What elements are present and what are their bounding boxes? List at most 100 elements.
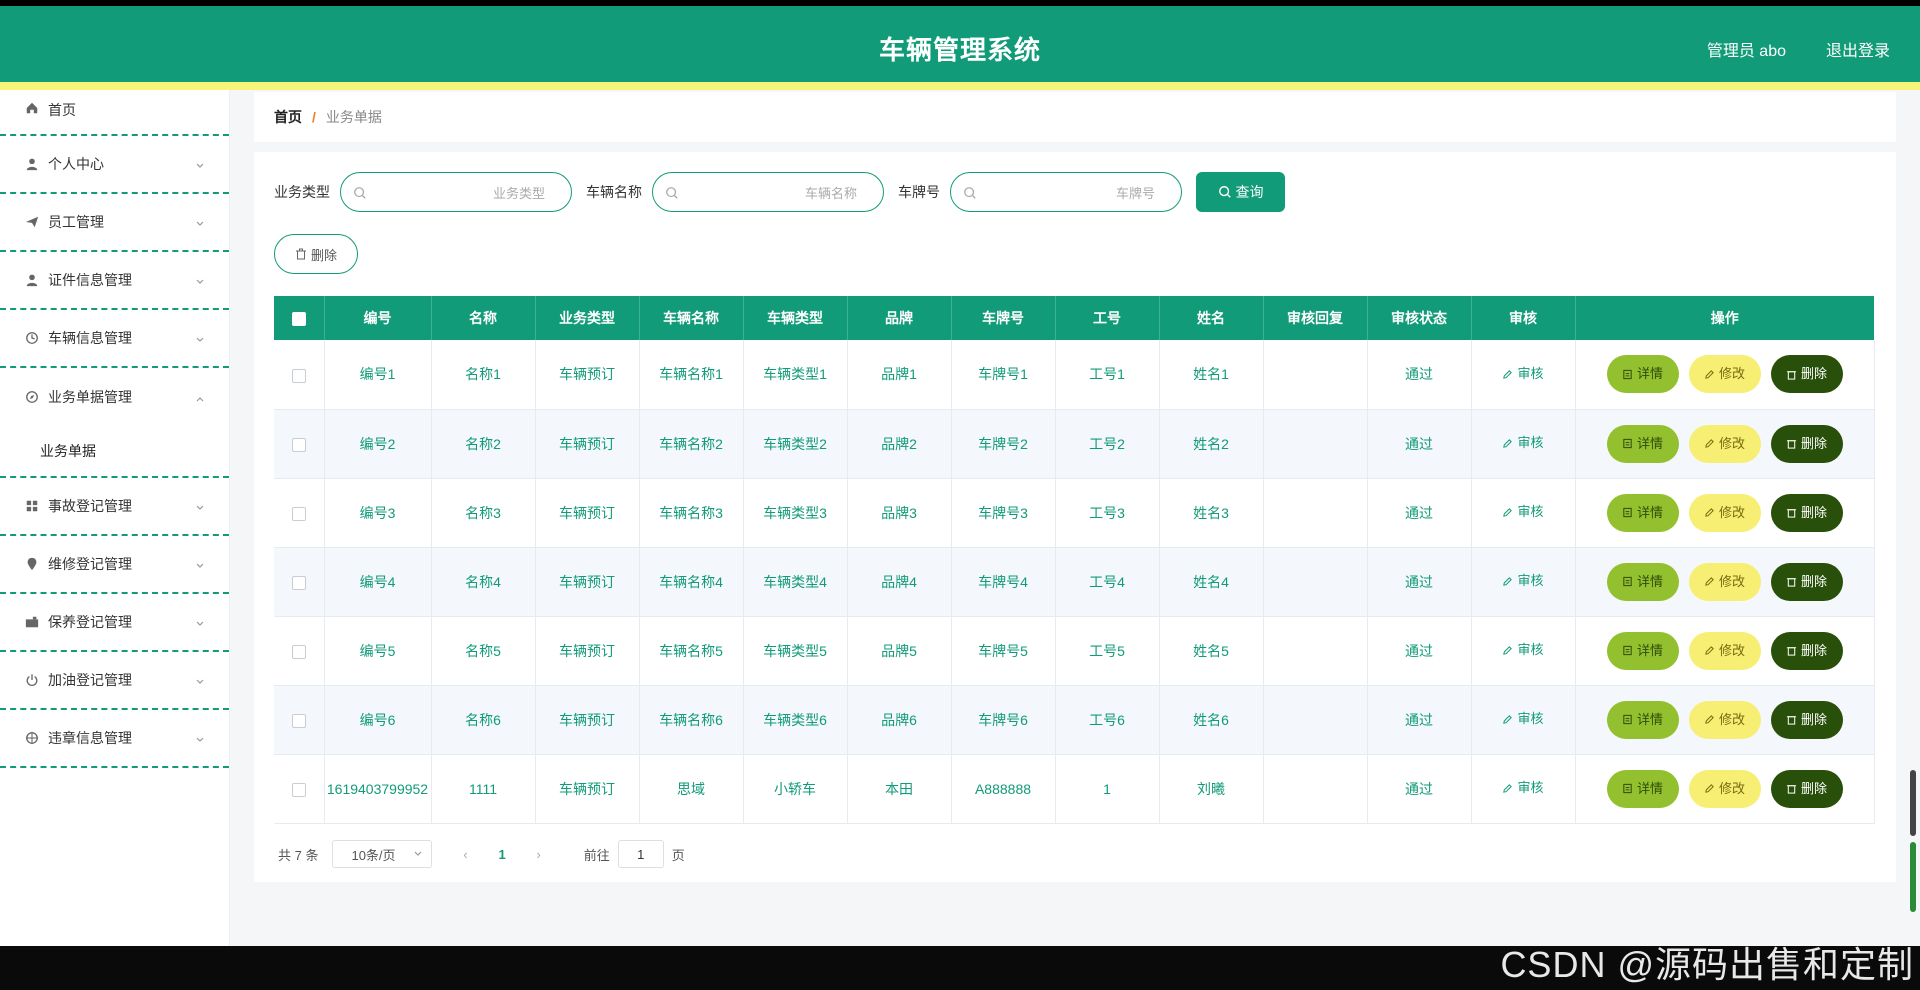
table-cell: 车辆名称2 xyxy=(639,409,744,479)
sidebar-item-5[interactable]: 业务单据管理 xyxy=(0,368,229,426)
table-cell: 工号2 xyxy=(1055,409,1160,479)
delete-button[interactable]: 删除 xyxy=(1770,769,1843,808)
edit-button[interactable]: 修改 xyxy=(1688,424,1761,463)
chevron-down-icon xyxy=(195,216,205,226)
goto-page: 前往 页 xyxy=(584,840,685,868)
column-header: 车牌号 xyxy=(951,296,1056,340)
page-size-select[interactable]: 10条/页 xyxy=(332,840,433,868)
logout-link[interactable]: 退出登录 xyxy=(1826,37,1890,61)
table-row: 编号1 名称1 车辆预订 车辆名称1 车辆类型1 品牌1 车牌号1 工号1 姓名1 通过 审核 详情 修… xyxy=(274,340,1875,410)
edit-icon xyxy=(1705,577,1714,586)
sidebar-item-1[interactable]: 个人中心 xyxy=(0,136,229,194)
edit-label: 修改 xyxy=(1718,642,1745,658)
audit-button[interactable]: 审核 xyxy=(1502,432,1544,454)
audit-button[interactable]: 审核 xyxy=(1502,501,1544,523)
audit-button[interactable]: 审核 xyxy=(1502,639,1544,661)
column-header: 车辆名称 xyxy=(639,296,744,340)
table-cell: A888888 xyxy=(951,754,1056,824)
sidebar-item-3[interactable]: 证件信息管理 xyxy=(0,252,229,310)
delete-button[interactable]: 删除 xyxy=(1770,493,1843,532)
table-cell: 姓名2 xyxy=(1159,409,1264,479)
audit-button[interactable]: 审核 xyxy=(1502,777,1544,799)
sidebar-item-4[interactable]: 车辆信息管理 xyxy=(0,310,229,368)
detail-button[interactable]: 详情 xyxy=(1606,493,1679,532)
detail-button[interactable]: 详情 xyxy=(1606,355,1679,394)
prev-page-button[interactable]: ‹ xyxy=(458,847,472,862)
column-header: 编号 xyxy=(324,296,432,340)
current-user: 管理员 abo xyxy=(1706,43,1786,60)
detail-button[interactable]: 详情 xyxy=(1606,424,1679,463)
detail-button[interactable]: 详情 xyxy=(1606,700,1679,739)
query-button[interactable]: 查询 xyxy=(1196,172,1285,212)
column-header: 工号 xyxy=(1055,296,1160,340)
goto-page-input[interactable] xyxy=(617,840,664,868)
row-checkbox[interactable] xyxy=(291,644,306,659)
row-checkbox[interactable] xyxy=(291,368,306,383)
table-cell xyxy=(1263,616,1368,686)
table-row: 1619403799952 1111 车辆预订 思域 小轿车 本田 A888888 1 刘曦 通过… xyxy=(274,754,1875,824)
edit-button[interactable]: 修改 xyxy=(1688,631,1761,670)
sidebar-item-label: 事故登记管理 xyxy=(48,498,132,514)
sidebar-item-label: 证件信息管理 xyxy=(48,272,132,288)
table-cell: 车辆名称5 xyxy=(639,616,744,686)
sidebar-item-7[interactable]: 维修登记管理 xyxy=(0,536,229,594)
sidebar-item-2[interactable]: 员工管理 xyxy=(0,194,229,252)
next-page-button[interactable]: › xyxy=(532,847,546,862)
scrollbar-track[interactable] xyxy=(1910,770,1916,836)
breadcrumb-home[interactable]: 首页 xyxy=(274,107,302,127)
scrollbar-thumb[interactable] xyxy=(1910,842,1916,912)
sidebar-item-9[interactable]: 加油登记管理 xyxy=(0,652,229,710)
row-checkbox[interactable] xyxy=(291,782,306,797)
sidebar-item-8[interactable]: 保养登记管理 xyxy=(0,594,229,652)
delete-button[interactable]: 删除 xyxy=(1770,631,1843,670)
sidebar-item-6[interactable]: 事故登记管理 xyxy=(0,478,229,536)
delete-button[interactable]: 删除 xyxy=(1770,700,1843,739)
user-icon xyxy=(24,156,40,172)
select-all-checkbox[interactable] xyxy=(291,312,306,327)
row-select-cell xyxy=(274,547,325,617)
edit-icon xyxy=(1705,439,1714,448)
audit-button[interactable]: 审核 xyxy=(1502,363,1544,385)
plate-number-input[interactable] xyxy=(987,183,1155,203)
sidebar-item-10[interactable]: 违章信息管理 xyxy=(0,710,229,768)
sidebar-item-0[interactable]: 首页 xyxy=(0,90,229,136)
batch-delete-button[interactable]: 删除 xyxy=(274,234,358,274)
edit-icon xyxy=(1705,784,1714,793)
row-checkbox[interactable] xyxy=(291,437,306,452)
row-checkbox[interactable] xyxy=(291,506,306,521)
vehicle-name-input[interactable] xyxy=(689,183,857,203)
business-type-input[interactable] xyxy=(377,183,545,203)
chevron-down-icon xyxy=(195,616,205,626)
sidebar-group-5: 业务单据管理 业务单据 xyxy=(0,368,229,478)
audit-button[interactable]: 审核 xyxy=(1502,570,1544,592)
page-number-current[interactable]: 1 xyxy=(498,847,505,862)
records-table: 编号 名称 业务类型 车辆名称 车辆类型 品牌 车牌号 工号 姓名 审核回复 审核状态 审核 操作 编号… xyxy=(274,296,1875,824)
delete-button[interactable]: 删除 xyxy=(1770,562,1843,601)
edit-button[interactable]: 修改 xyxy=(1688,769,1761,808)
delete-button[interactable]: 删除 xyxy=(1770,424,1843,463)
ops-cell: 详情 修改 删除 xyxy=(1575,340,1875,410)
chevron-down-icon xyxy=(195,500,205,510)
edit-button[interactable]: 修改 xyxy=(1688,355,1761,394)
delete-label: 删除 xyxy=(1800,642,1827,658)
table-cell: 思域 xyxy=(639,754,744,824)
audit-label: 审核 xyxy=(1517,711,1544,727)
edit-button[interactable]: 修改 xyxy=(1688,562,1761,601)
table-row: 编号4 名称4 车辆预订 车辆名称4 车辆类型4 品牌4 车牌号4 工号4 姓名4 通过 审核 详情 修… xyxy=(274,547,1875,617)
detail-button[interactable]: 详情 xyxy=(1606,631,1679,670)
detail-button[interactable]: 详情 xyxy=(1606,769,1679,808)
audit-button[interactable]: 审核 xyxy=(1502,708,1544,730)
row-checkbox[interactable] xyxy=(291,575,306,590)
delete-button[interactable]: 删除 xyxy=(1770,355,1843,394)
sidebar-item-label: 加油登记管理 xyxy=(48,672,132,688)
row-checkbox[interactable] xyxy=(291,713,306,728)
edit-button[interactable]: 修改 xyxy=(1688,493,1761,532)
camera-icon xyxy=(24,614,40,630)
detail-button[interactable]: 详情 xyxy=(1606,562,1679,601)
edit-label: 修改 xyxy=(1718,504,1745,520)
table-cell: 名称6 xyxy=(431,685,536,755)
edit-button[interactable]: 修改 xyxy=(1688,700,1761,739)
table-cell: 车牌号1 xyxy=(951,340,1056,410)
sidebar-item-label: 首页 xyxy=(48,102,76,118)
sidebar-subitem-5-0[interactable]: 业务单据 xyxy=(0,426,229,476)
